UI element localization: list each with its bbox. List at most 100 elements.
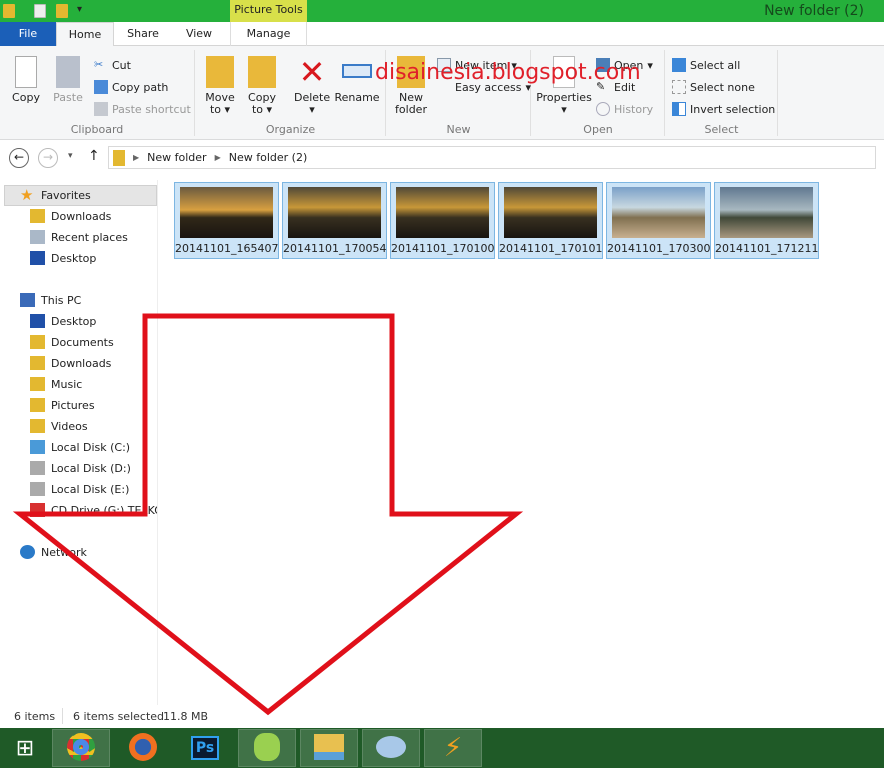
ribbon-tabs: File Home Share View Manage <box>0 22 884 47</box>
copy-icon <box>15 56 37 88</box>
copy-path-button[interactable]: Copy path <box>94 80 168 94</box>
tab-home[interactable]: Home <box>56 22 114 47</box>
taskbar-paint[interactable] <box>362 729 420 767</box>
history-button[interactable]: History <box>596 102 653 116</box>
file-thumbnail[interactable]: 20141101_170300 <box>606 182 711 259</box>
file-name: 20141101_170100 <box>391 242 495 255</box>
nav-recent-places[interactable]: Recent places <box>30 230 128 244</box>
taskbar-photoshop[interactable]: Ps <box>176 729 234 767</box>
photo-preview <box>180 187 273 238</box>
taskbar-firefox[interactable] <box>114 729 172 767</box>
address-input[interactable]: ▶ New folder ▶ New folder (2) <box>108 146 876 169</box>
copy-to-label: Copy to <box>248 91 276 116</box>
desktop-icon <box>30 251 45 265</box>
nav-label: Recent places <box>51 230 128 244</box>
file-thumbnail[interactable]: 20141101_170054 <box>282 182 387 259</box>
new-folder-label: New folder <box>395 91 427 116</box>
taskbar-coreldraw[interactable] <box>238 729 296 767</box>
taskbar-chrome[interactable] <box>52 729 110 767</box>
properties-quick-icon[interactable] <box>34 4 46 18</box>
recent-locations-button[interactable]: ▾ <box>68 151 73 161</box>
nav-music[interactable]: Music <box>30 377 82 391</box>
nav-label: Favorites <box>41 188 91 202</box>
folder-icon <box>30 419 45 433</box>
move-to-button[interactable]: Move to ▾ <box>202 56 238 116</box>
open-group-label: Open <box>583 123 613 136</box>
file-thumbnail[interactable]: 20141101_170101 <box>498 182 603 259</box>
file-thumbnail[interactable]: 20141101_171211 <box>714 182 819 259</box>
photo-preview <box>612 187 705 238</box>
customize-quick-access-icon[interactable]: ▾ <box>77 4 82 15</box>
delete-button[interactable]: ✕ Delete ▾ <box>294 56 330 116</box>
nav-videos[interactable]: Videos <box>30 419 88 433</box>
select-none-button[interactable]: Select none <box>672 80 755 94</box>
taskbar-windows-start[interactable]: ⊞ <box>0 729 50 767</box>
copy-to-icon <box>248 56 276 88</box>
nav-favorites[interactable]: ★ Favorites <box>20 188 91 203</box>
clipboard-label: Clipboard <box>70 123 124 136</box>
tab-manage[interactable]: Manage <box>230 22 307 46</box>
nav-label: Local Disk (D:) <box>51 461 131 475</box>
nav-local-disk-d[interactable]: Local Disk (D:) <box>30 461 131 475</box>
nav-downloads[interactable]: Downloads <box>30 356 111 370</box>
cut-button[interactable]: ✂ Cut <box>94 58 131 72</box>
taskbar-file-explorer[interactable] <box>300 729 358 767</box>
tab-share[interactable]: Share <box>116 22 170 46</box>
file-name: 20141101_170054 <box>283 242 387 255</box>
item-count: 6 items <box>14 710 56 723</box>
copy-button[interactable]: Copy <box>8 56 44 104</box>
picture-tools-label: Picture Tools <box>230 0 307 22</box>
select-all-button[interactable]: Select all <box>672 58 740 72</box>
computer-icon <box>20 293 35 307</box>
selected-size: 11.8 MB <box>163 710 209 723</box>
organize-group: Move to ▾ Copy to ▾ ✕ Delete ▾ Rename Orga… <box>196 50 386 136</box>
nav-this-pc[interactable]: This PC <box>20 293 81 307</box>
tab-file[interactable]: File <box>0 22 56 46</box>
up-button[interactable]: ↑ <box>88 148 100 164</box>
paste-shortcut-icon <box>94 102 108 116</box>
rename-button[interactable]: Rename <box>334 56 380 104</box>
nav-label: Desktop <box>51 314 97 328</box>
nav-cd-drive-g[interactable]: CD Drive (G:) TELKO <box>30 503 157 517</box>
photo-preview <box>396 187 489 238</box>
nav-pictures[interactable]: Pictures <box>30 398 95 412</box>
copy-path-icon <box>94 80 108 94</box>
file-thumbnail[interactable]: 20141101_170100 <box>390 182 495 259</box>
winamp-icon: ⚡ <box>443 733 463 763</box>
nav-desktop[interactable]: Desktop <box>30 314 96 328</box>
rename-label: Rename <box>334 91 380 104</box>
chevron-right-icon: ▶ <box>214 153 221 162</box>
copy-to-button[interactable]: Copy to ▾ <box>244 56 280 116</box>
selected-count: 6 items selected <box>73 710 165 723</box>
properties-label: Properties <box>536 91 592 104</box>
window-title: New folder (2) <box>764 3 864 19</box>
address-bar-row: ← → ▾ ↑ ▶ New folder ▶ New folder (2) <box>0 141 884 176</box>
tab-view[interactable]: View <box>172 22 226 46</box>
nav-desktop[interactable]: Desktop <box>30 251 96 265</box>
nav-local-disk-c[interactable]: Local Disk (C:) <box>30 440 130 454</box>
new-folder-quick-icon[interactable] <box>56 4 68 18</box>
history-label: History <box>614 102 654 116</box>
windows-start-icon: ⊞ <box>15 735 35 761</box>
nav-network[interactable]: Network <box>20 545 87 559</box>
nav-label: Downloads <box>51 209 112 223</box>
nav-downloads[interactable]: Downloads <box>30 209 111 223</box>
nav-documents[interactable]: Documents <box>30 335 114 349</box>
file-name: 20141101_170101 <box>499 242 603 255</box>
forward-button[interactable]: → <box>38 148 58 168</box>
clipboard-icon <box>56 56 80 88</box>
nav-local-disk-e[interactable]: Local Disk (E:) <box>30 482 129 496</box>
folder-icon <box>113 149 125 166</box>
back-button[interactable]: ← <box>9 148 29 168</box>
move-to-icon <box>206 56 234 88</box>
breadcrumb-item[interactable]: New folder (2) <box>229 151 308 164</box>
file-thumbnail[interactable]: 20141101_165407 <box>174 182 279 259</box>
firefox-icon <box>129 732 157 764</box>
paste-shortcut-button[interactable]: Paste shortcut <box>94 102 191 116</box>
paste-button[interactable]: Paste <box>50 56 86 104</box>
breadcrumb-item[interactable]: New folder <box>147 151 206 164</box>
move-to-label: Move to <box>205 91 235 116</box>
folder-icon <box>30 335 45 349</box>
invert-selection-button[interactable]: Invert selection <box>672 102 775 116</box>
taskbar-winamp[interactable]: ⚡ <box>424 729 482 767</box>
